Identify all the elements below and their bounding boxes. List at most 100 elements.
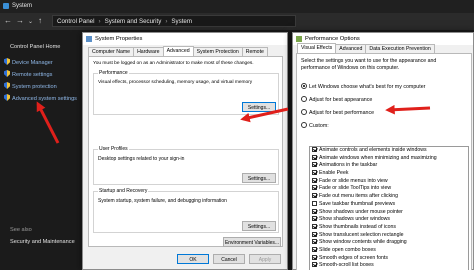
user-profiles-group-label: User Profiles — [98, 146, 129, 152]
effect-label: Fade or slide menus into view — [319, 177, 388, 184]
visual-effects-checklist[interactable]: Animate controls and elements inside win… — [309, 146, 469, 270]
effect-label: Show translucent selection rectangle — [319, 231, 404, 238]
effect-checkbox-row[interactable]: Fade out menu items after clicking — [310, 193, 468, 201]
checkbox-checked-icon[interactable] — [312, 216, 317, 222]
sidebar-item-device-manager[interactable]: Device Manager — [4, 58, 53, 66]
checkbox-checked-icon[interactable] — [312, 177, 317, 183]
breadcrumb-system[interactable]: System — [171, 18, 192, 25]
checkbox-checked-icon[interactable] — [312, 231, 317, 237]
recent-dropdown-icon[interactable]: ⌄ — [28, 18, 33, 25]
radio-custom[interactable]: Custom: — [301, 122, 329, 129]
performance-options-icon — [296, 36, 302, 42]
checkbox-checked-icon[interactable] — [312, 147, 317, 152]
performance-group-label: Performance — [98, 70, 129, 76]
tab-dep[interactable]: Data Execution Prevention — [365, 44, 435, 53]
effect-checkbox-row[interactable]: Show translucent selection rectangle — [310, 231, 468, 240]
effect-label: Save taskbar thumbnail previews — [319, 200, 396, 207]
radio-icon — [301, 109, 307, 115]
radio-best-appearance[interactable]: Adjust for best appearance — [301, 96, 372, 103]
effect-checkbox-row[interactable]: Animate controls and elements inside win… — [310, 147, 468, 155]
radio-label: Adjust for best appearance — [309, 97, 373, 103]
effect-checkbox-row[interactable]: Show window contents while dragging — [310, 239, 468, 247]
checkbox-checked-icon[interactable] — [312, 170, 317, 176]
control-panel-sidebar: Control Panel Home Device Manager Remote… — [0, 30, 84, 270]
admin-note: You must be logged on as an Administrato… — [93, 61, 254, 66]
security-maintenance-link[interactable]: Security and Maintenance — [10, 239, 75, 245]
tab-advanced-perf[interactable]: Advanced — [335, 44, 367, 53]
effect-checkbox-row[interactable]: Smooth edges of screen fonts — [310, 254, 468, 263]
effect-label: Animations in the taskbar — [319, 162, 378, 169]
back-icon[interactable]: ← — [4, 16, 12, 25]
performance-settings-button[interactable]: Settings... — [242, 102, 276, 112]
breadcrumb-separator-icon: › — [165, 18, 168, 25]
forward-icon[interactable]: → — [16, 16, 24, 25]
checkbox-checked-icon[interactable] — [312, 246, 317, 252]
breadcrumb-separator-icon: › — [98, 18, 101, 25]
cancel-button[interactable]: Cancel — [213, 254, 245, 264]
startup-recovery-description: System startup, system failure, and debu… — [98, 198, 227, 204]
up-icon[interactable]: ↑ — [38, 16, 42, 25]
system-window-titlebar: System — [0, 0, 474, 13]
effect-checkbox-row[interactable]: Show shadows under windows — [310, 216, 468, 224]
tab-hardware[interactable]: Hardware — [133, 47, 164, 56]
effect-label: Fade out menu items after clicking — [319, 193, 399, 200]
checkbox-checked-icon[interactable] — [312, 254, 317, 260]
breadcrumb-control-panel[interactable]: Control Panel — [57, 18, 95, 25]
effect-checkbox-row[interactable]: Animate windows when minimizing and maxi… — [310, 154, 468, 163]
checkbox-checked-icon[interactable] — [312, 185, 317, 191]
breadcrumb-system-security[interactable]: System and Security — [105, 18, 162, 25]
effect-checkbox-row[interactable]: Smooth-scroll list boxes — [310, 262, 468, 270]
tab-remote[interactable]: Remote — [241, 47, 268, 56]
radio-selected-icon — [301, 83, 307, 89]
tab-visual-effects[interactable]: Visual Effects — [297, 43, 337, 53]
checkbox-checked-icon[interactable] — [312, 162, 317, 168]
sidebar-item-remote-settings[interactable]: Remote settings — [4, 70, 52, 78]
effect-label: Fade or slide ToolTips into view — [319, 185, 392, 192]
apply-button[interactable]: Apply — [249, 254, 281, 264]
sidebar-item-advanced-system-settings[interactable]: Advanced system settings — [4, 94, 77, 102]
tab-advanced[interactable]: Advanced — [162, 46, 194, 56]
startup-settings-button[interactable]: Settings... — [242, 221, 276, 231]
checkbox-checked-icon[interactable] — [312, 262, 317, 268]
user-profiles-settings-button[interactable]: Settings... — [242, 173, 276, 183]
sidebar-item-system-protection[interactable]: System protection — [4, 82, 57, 90]
tab-system-protection[interactable]: System Protection — [192, 47, 243, 56]
effect-checkbox-row[interactable]: Fade or slide ToolTips into view — [310, 185, 468, 193]
radio-label: Custom: — [309, 123, 329, 129]
effect-label: Show window contents while dragging — [319, 239, 407, 246]
effect-checkbox-row[interactable]: Show thumbnails instead of icons — [310, 223, 468, 232]
effect-checkbox-row[interactable]: Save taskbar thumbnail previews — [310, 200, 468, 209]
radio-icon — [301, 122, 307, 128]
shield-icon — [4, 94, 10, 101]
system-properties-titlebar: System Properties — [83, 33, 287, 45]
checkbox-checked-icon[interactable] — [312, 154, 317, 160]
radio-label: Let Windows choose what's best for my co… — [309, 84, 426, 90]
advanced-tab-panel: You must be logged on as an Administrato… — [88, 56, 283, 247]
effect-label: Slide open combo boxes — [319, 246, 376, 253]
address-bar[interactable]: Control Panel › System and Security › System — [52, 15, 296, 27]
checkbox-checked-icon[interactable] — [312, 239, 317, 245]
system-properties-dialog: System Properties Computer Name Hardware… — [82, 32, 288, 270]
checkbox-icon[interactable] — [312, 200, 317, 206]
environment-variables-button[interactable]: Environment Variables... — [223, 237, 281, 247]
radio-let-windows-choose[interactable]: Let Windows choose what's best for my co… — [301, 83, 425, 90]
intro-line-2: performance of Windows on this computer. — [301, 65, 400, 71]
checkbox-checked-icon[interactable] — [312, 223, 317, 229]
shield-icon — [4, 82, 10, 89]
ok-button[interactable]: OK — [177, 254, 209, 264]
sidebar-item-control-panel-home[interactable]: Control Panel Home — [10, 44, 60, 50]
effect-label: Show shadows under mouse pointer — [319, 208, 403, 215]
effect-checkbox-row[interactable]: Show shadows under mouse pointer — [310, 208, 468, 217]
performance-description: Visual effects, processor scheduling, me… — [98, 80, 253, 85]
checkbox-checked-icon[interactable] — [312, 208, 317, 214]
effect-label: Smooth-scroll list boxes — [319, 262, 374, 269]
effect-checkbox-row[interactable]: Slide open combo boxes — [310, 246, 468, 255]
effect-checkbox-row[interactable]: Fade or slide menus into view — [310, 177, 468, 186]
effect-checkbox-row[interactable]: Animations in the taskbar — [310, 162, 468, 170]
visual-effects-panel: Select the settings you want to use for … — [296, 53, 472, 270]
radio-best-performance[interactable]: Adjust for best performance — [301, 109, 374, 116]
checkbox-checked-icon[interactable] — [312, 193, 317, 199]
tab-computer-name[interactable]: Computer Name — [88, 47, 135, 56]
shield-icon — [4, 58, 10, 65]
effect-checkbox-row[interactable]: Enable Peek — [310, 170, 468, 178]
